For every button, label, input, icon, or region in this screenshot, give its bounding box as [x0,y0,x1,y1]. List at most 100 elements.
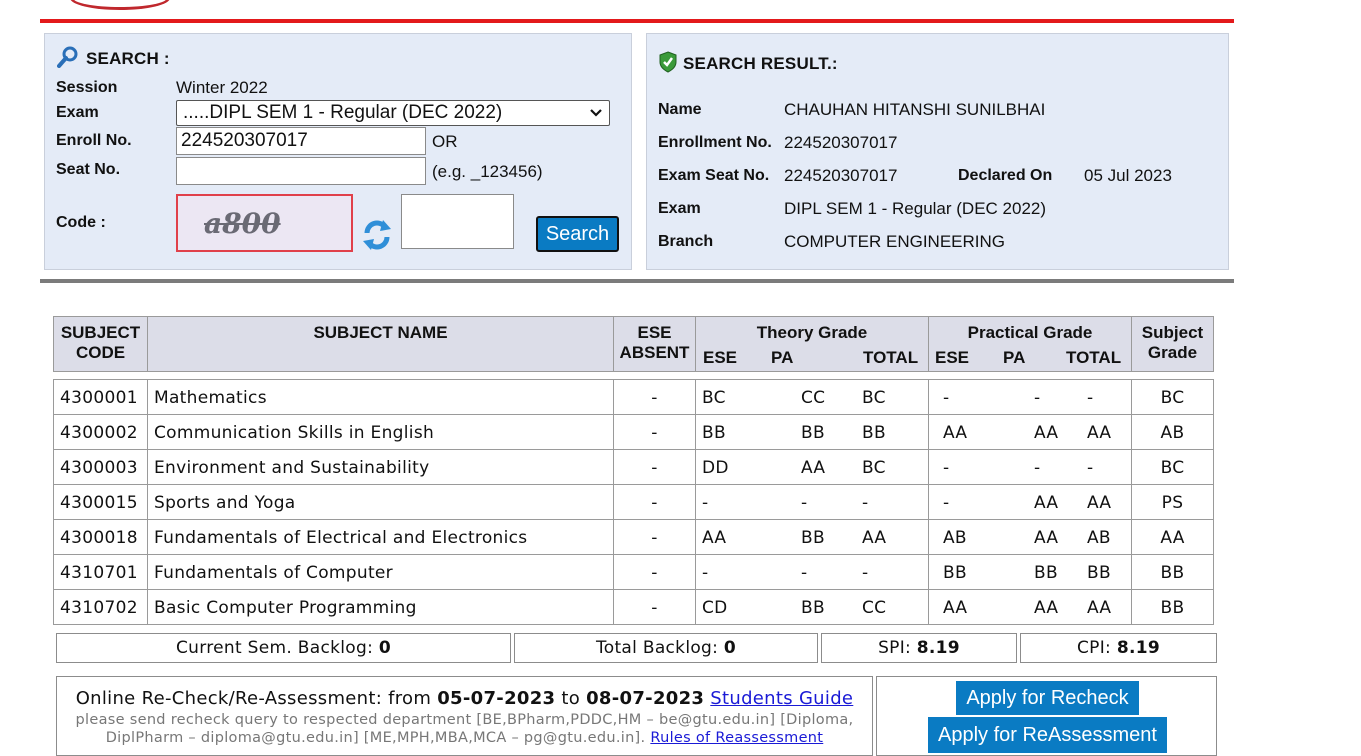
theory-ese-header: ESE [703,348,738,367]
ese-absent-cell: - [613,414,696,450]
theory-ese-grade: - [702,563,709,583]
practical-ese-header: ESE [935,348,970,367]
recheck-to-word: to [561,688,581,709]
subject-code: 4300018 [60,528,138,548]
recheck-to-date: 08-07-2023 [586,688,705,709]
subject-name: Fundamentals of Computer [154,563,393,583]
ese-absent-cell: - [613,379,696,415]
result-panel: SEARCH RESULT.: Name CHAUHAN HITANSHI SU… [643,30,1232,273]
theory-grade-title: Theory Grade [756,323,868,342]
code-input[interactable] [401,194,514,249]
practical-total-grade: AA [1087,598,1112,618]
declared-label: Declared On [958,167,1053,184]
section-divider [40,279,1234,283]
subject-grade: AB [1160,423,1185,443]
spi-value: 8.19 [916,638,960,658]
recheck-contact-text: please send recheck query to respected d… [57,711,872,747]
ese-absent-cell: - [613,484,696,520]
subject-code-cell: 4310702 [53,589,148,625]
table-row: 4300002 Communication Skills in English - B… [53,414,1214,450]
practical-total-grade: AA [1087,493,1112,513]
theory-pa-grade: - [801,493,808,513]
theory-ese-grade: DD [702,458,729,478]
subject-name-cell: Environment and Sustainability [147,449,614,485]
practical-pa-grade: BB [1034,563,1058,583]
theory-ese-grade: BB [702,423,726,443]
subject-grade: AA [1160,528,1185,548]
seat-input[interactable] [176,157,426,185]
subject-name-cell: Communication Skills in English [147,414,614,450]
total-backlog-box: Total Backlog: 0 [514,633,818,663]
university-logo-fragment [70,0,170,10]
subject-code: 4310702 [60,598,138,618]
subject-code: 4300002 [60,423,138,443]
apply-recheck-button[interactable]: Apply for Recheck [956,681,1139,715]
exam-select-value: .....DIPL SEM 1 - Regular (DEC 2022) [183,102,503,123]
subject-name-cell: Fundamentals of Electrical and Electroni… [147,519,614,555]
exam-label: Exam [56,104,99,121]
theory-total-header: TOTAL [863,348,919,367]
enroll-input[interactable]: 224520307017 [176,127,426,155]
theory-grade-cell: CD BB CC [695,589,929,625]
subject-code-cell: 4300018 [53,519,148,555]
subject-code-cell: 4310701 [53,554,148,590]
theory-grade-cell: AA BB AA [695,519,929,555]
subject-grade-cell: AA [1131,519,1214,555]
subject-grade-cell: AB [1131,414,1214,450]
subject-grade: BC [1160,458,1185,478]
subject-grade-cell: BC [1131,449,1214,485]
theory-total-grade: BC [862,388,886,408]
code-label: Code : [56,214,106,231]
table-row: 4300018 Fundamentals of Electrical and El… [53,519,1214,555]
table-row: 4300015 Sports and Yoga - - - - - AA AA PS [53,484,1214,520]
subject-grade-cell: BB [1131,554,1214,590]
practical-pa-grade: AA [1034,598,1059,618]
practical-ese-grade: AA [943,598,968,618]
practical-pa-grade: - [1034,458,1041,478]
header-practical-grade: Practical Grade ESE PA TOTAL [928,316,1132,372]
subject-code: 4300003 [60,458,138,478]
practical-grade-cell: --- [928,449,1132,485]
practical-total-grade: - [1087,458,1094,478]
ese-absent-value: - [651,563,658,583]
practical-grade-title: Practical Grade [967,323,1093,342]
ese-absent-cell: - [613,449,696,485]
table-row: 4310701 Fundamentals of Computer - - - - BB BB B… [53,554,1214,590]
theory-grade-cell: --- [695,484,929,520]
apply-box: Apply for Recheck Apply for ReAssessment [876,676,1217,756]
spi-box: SPI: 8.19 [821,633,1017,663]
subject-name: Environment and Sustainability [154,458,430,478]
seat-no-value: 224520307017 [784,166,898,185]
shield-check-icon [658,51,678,78]
result-title: SEARCH RESULT.: [683,54,838,73]
header-theory-grade: Theory Grade ESE PA TOTAL [695,316,929,372]
practical-grade-cell: AA AA AA [928,414,1132,450]
students-guide-link[interactable]: Students Guide [710,688,853,709]
current-backlog-label: Current Sem. Backlog: [176,638,374,658]
recheck-contact-line1: please send recheck query to respected d… [75,712,854,728]
search-panel: SEARCH : Session Winter 2022 Exam .....D… [41,30,635,273]
rules-of-reassessment-link[interactable]: Rules of Reassessment [650,730,823,746]
theory-total-grade: BC [862,458,886,478]
theory-pa-grade: BB [801,423,825,443]
ese-absent-cell: - [613,519,696,555]
search-button[interactable]: Search [536,216,619,252]
refresh-icon[interactable] [361,217,393,258]
captcha-image: a800 [176,194,353,252]
exam-select[interactable]: .....DIPL SEM 1 - Regular (DEC 2022) [176,100,610,126]
subject-code: 4300015 [60,493,138,513]
theory-total-grade: BB [862,423,886,443]
subject-grade-cell: PS [1131,484,1214,520]
practical-grade-cell: AB AA AB [928,519,1132,555]
branch-value: COMPUTER ENGINEERING [784,232,1006,251]
seat-no-label: Exam Seat No. [658,167,770,184]
total-backlog-label: Total Backlog: [595,638,719,658]
ese-absent-cell: - [613,589,696,625]
apply-reassessment-button[interactable]: Apply for ReAssessment [928,717,1167,753]
or-text: OR [432,132,458,151]
practical-ese-grade: - [943,493,950,513]
recheck-contact-line2: DiplPharm – diploma@gtu.edu.in] [ME,MPH,… [105,730,646,746]
subject-code-cell: 4300001 [53,379,148,415]
practical-grade-cell: BB BB BB [928,554,1132,590]
captcha-text: a800 [204,206,281,240]
